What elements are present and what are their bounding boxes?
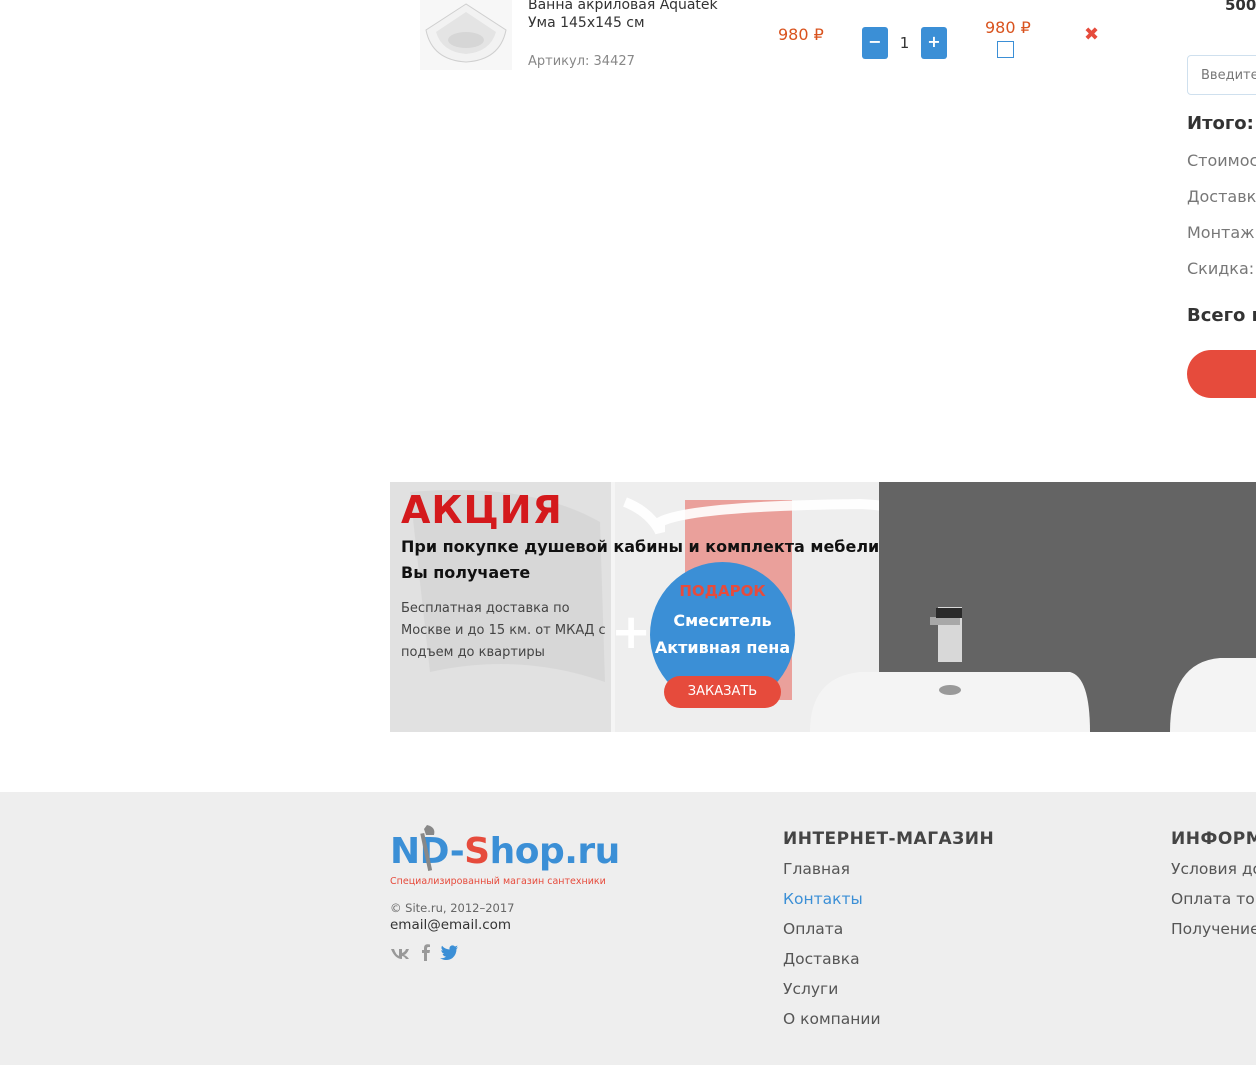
item-total-price: 980 ₽ <box>985 18 1031 37</box>
facebook-icon[interactable] <box>416 944 436 962</box>
wrench-icon <box>420 825 435 871</box>
product-thumbnail[interactable] <box>420 0 512 70</box>
quantity-minus-button[interactable]: − <box>862 27 888 59</box>
summary-delivery-label: Доставка <box>1187 187 1256 206</box>
banner-line-2: Вы получаете <box>401 563 531 582</box>
item-checkbox[interactable] <box>997 41 1014 58</box>
twitter-icon[interactable] <box>439 944 459 962</box>
copyright: © Site.ru, 2012–2017 <box>390 901 515 915</box>
footer-link-home[interactable]: Главная <box>783 860 850 878</box>
summary-title: Итого: <box>1187 113 1254 134</box>
footer-link-receiving[interactable]: Получение <box>1171 920 1256 938</box>
checkout-button[interactable] <box>1187 350 1256 398</box>
quantity-plus-button[interactable]: + <box>921 27 947 59</box>
product-sku: Артикул: 34427 <box>528 54 635 69</box>
footer-link-terms[interactable]: Условия до <box>1171 860 1256 878</box>
delete-icon[interactable]: ✖ <box>1084 24 1099 45</box>
vk-icon[interactable] <box>390 944 410 962</box>
product-price: 980 ₽ <box>778 25 824 44</box>
gift-item-foam: Активная пена <box>654 638 791 657</box>
cart-row: Ванна акриловая Aquatek Ума 145х145 см А… <box>0 0 1256 110</box>
summary-top-value: 500 <box>1225 0 1256 14</box>
promo-banner[interactable]: АКЦИЯ При покупке душевой кабины и компл… <box>390 482 1256 732</box>
summary-install-label: Монтаж <box>1187 223 1255 242</box>
summary-grand-total-label: Всего к <box>1187 305 1256 326</box>
banner-line-1: При покупке душевой кабины и комплекта м… <box>401 537 880 556</box>
banner-title: АКЦИЯ <box>401 488 563 532</box>
logo-subtitle: Специализированный магазин сантехники <box>390 876 606 887</box>
footer: ND-Shop.ru Специализированный магазин са… <box>0 792 1256 1065</box>
site-logo[interactable]: ND-Shop.ru Специализированный магазин са… <box>390 823 620 889</box>
footer-link-payment[interactable]: Оплата <box>783 920 843 938</box>
footer-link-contacts[interactable]: Контакты <box>783 890 863 908</box>
summary-discount-label: Скидка: <box>1187 259 1255 278</box>
promo-code-input[interactable]: Введите <box>1187 55 1256 95</box>
plus-icon: + <box>611 604 652 660</box>
banner-description: Бесплатная доставка по Москве и до 15 км… <box>401 601 606 660</box>
footer-link-goods-payment[interactable]: Оплата тов <box>1171 890 1256 908</box>
product-name[interactable]: Ванна акриловая Aquatek Ума 145х145 см <box>528 0 743 32</box>
gift-item-mixer: Смеситель <box>673 611 772 630</box>
footer-info-title: ИНФОРМА <box>1171 829 1256 849</box>
summary-cost-label: Стоимость <box>1187 151 1256 170</box>
footer-shop-title: ИНТЕРНЕТ-МАГАЗИН <box>783 829 995 849</box>
gift-title: ПОДАРОК <box>679 582 766 600</box>
footer-link-about[interactable]: О компании <box>783 1010 881 1028</box>
footer-link-delivery[interactable]: Доставка <box>783 950 860 968</box>
footer-email[interactable]: email@email.com <box>390 917 511 933</box>
quantity-value[interactable]: 1 <box>888 27 921 59</box>
banner-order-button[interactable]: ЗАКАЗАТЬ <box>664 676 781 708</box>
footer-link-services[interactable]: Услуги <box>783 980 838 998</box>
